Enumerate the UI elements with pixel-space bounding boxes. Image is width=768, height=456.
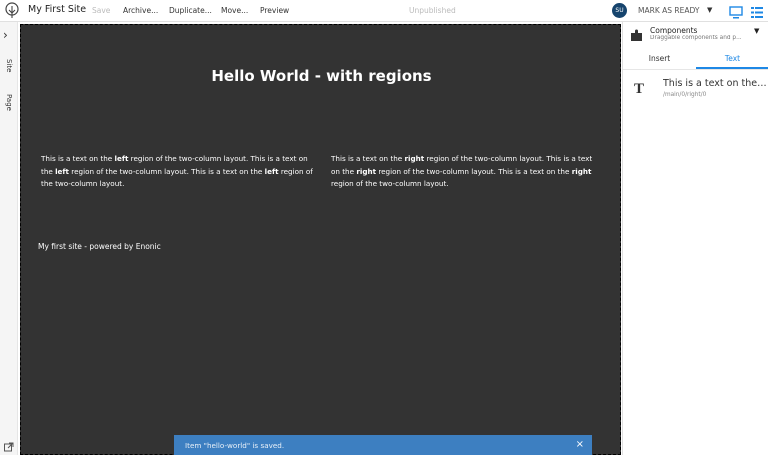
right-region-text[interactable]: This is a text on the right region of th… bbox=[331, 153, 603, 191]
site-title: My First Site bbox=[28, 4, 87, 15]
external-link-icon[interactable] bbox=[4, 437, 14, 456]
save-button[interactable]: Save bbox=[92, 6, 110, 15]
bold-segment: left bbox=[264, 166, 279, 176]
chevron-right-icon[interactable]: › bbox=[3, 28, 8, 42]
text-icon: T bbox=[634, 81, 645, 97]
bold-segment: left bbox=[114, 154, 129, 163]
enonic-logo-icon[interactable] bbox=[4, 2, 20, 20]
list-icon[interactable] bbox=[751, 4, 763, 23]
panel-subtitle: Draggable components and p... bbox=[650, 35, 742, 41]
bold-segment: right bbox=[404, 154, 425, 163]
publish-status: Unpublished bbox=[409, 6, 456, 15]
tab-site[interactable]: Site bbox=[5, 59, 13, 72]
page-canvas[interactable]: Hello World - with regions This is a tex… bbox=[20, 24, 621, 455]
text-segment: This is a text on the bbox=[331, 154, 405, 163]
left-region-text[interactable]: This is a text on the left region of the… bbox=[41, 153, 313, 191]
avatar[interactable]: SU bbox=[612, 3, 627, 18]
caret-down-icon[interactable]: ▼ bbox=[754, 27, 759, 35]
text-segment: region of the two-column layout. This is… bbox=[69, 166, 265, 176]
component-item-path: /main/0/right/0 bbox=[663, 92, 707, 98]
panel-title: Components bbox=[650, 26, 698, 35]
components-panel: Components Draggable components and p...… bbox=[622, 22, 768, 455]
preview-button[interactable]: Preview bbox=[260, 6, 289, 15]
tab-page[interactable]: Page bbox=[5, 94, 13, 111]
archive-button[interactable]: Archive... bbox=[123, 6, 158, 15]
notification-message: Item "hello-world" is saved. bbox=[185, 441, 285, 450]
bold-segment: right bbox=[356, 166, 377, 176]
move-button[interactable]: Move... bbox=[221, 6, 248, 15]
monitor-icon[interactable] bbox=[729, 4, 743, 23]
mark-as-ready-button[interactable]: MARK AS READY bbox=[638, 6, 699, 15]
puzzle-icon bbox=[630, 27, 644, 46]
text-segment: This is a text on the bbox=[41, 154, 115, 163]
toolbar: My First Site Save Archive... Duplicate.… bbox=[0, 0, 768, 22]
bold-segment: left bbox=[55, 166, 69, 176]
save-notification: Item "hello-world" is saved. × bbox=[174, 435, 592, 455]
text-segment: region of the two-column layout. This is… bbox=[376, 166, 572, 176]
divider bbox=[623, 69, 768, 70]
context-tabs: › Site Page bbox=[0, 22, 18, 455]
tab-insert[interactable]: Insert bbox=[623, 54, 696, 63]
component-item-title[interactable]: This is a text on the ri... bbox=[663, 78, 767, 89]
duplicate-button[interactable]: Duplicate... bbox=[169, 6, 212, 15]
text-segment: region of the two-column layout. bbox=[331, 179, 449, 188]
close-icon[interactable]: × bbox=[576, 439, 584, 450]
page-title: Hello World - with regions bbox=[211, 67, 432, 85]
tab-text[interactable]: Text bbox=[696, 54, 768, 63]
caret-down-icon[interactable]: ▼ bbox=[707, 6, 712, 14]
bold-segment: right bbox=[571, 166, 592, 176]
page-footer: My first site - powered by Enonic bbox=[38, 242, 161, 251]
